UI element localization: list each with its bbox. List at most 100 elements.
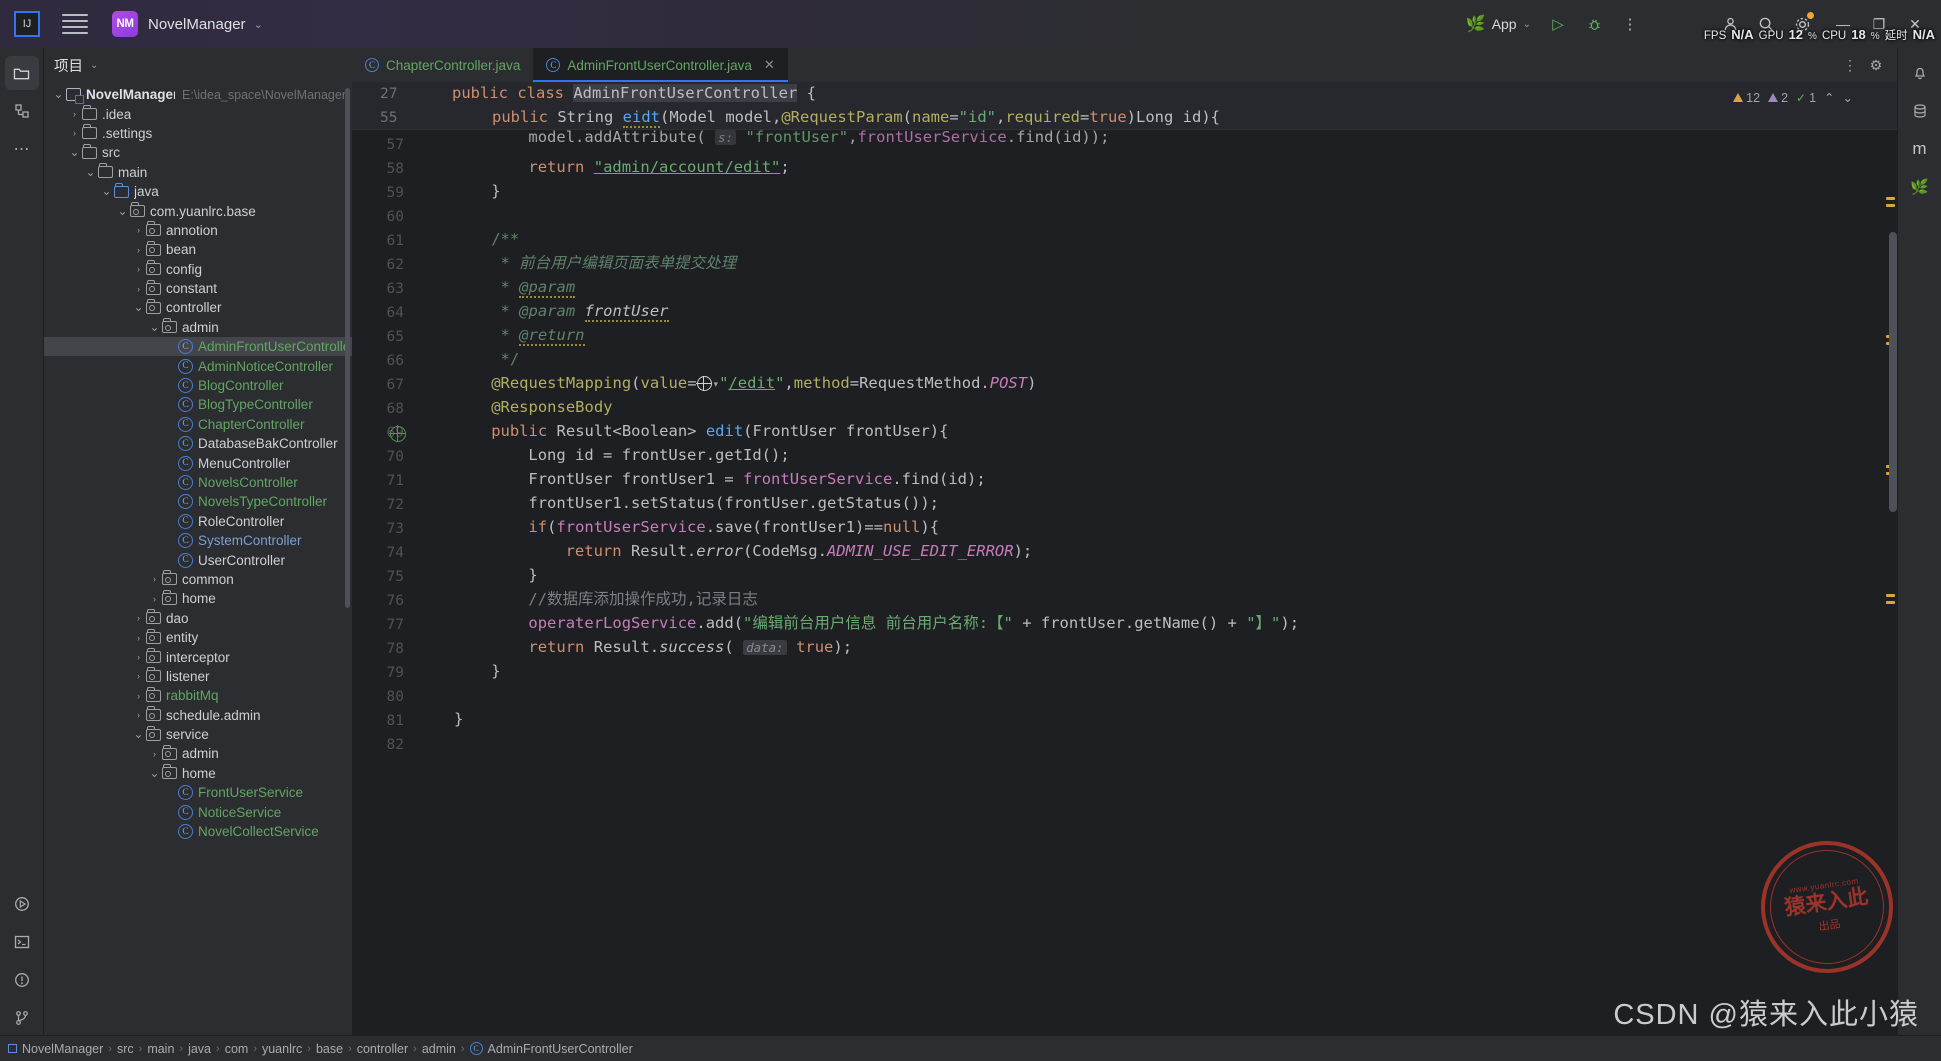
code-line[interactable]: * @param frontUser [501,299,669,323]
code-line[interactable]: @RequestMapping(value= ▾ "/edit",method=Re… [491,371,1036,396]
chevron-down-icon[interactable]: ⌄ [100,185,113,197]
breadcrumb-item[interactable]: java [188,1042,211,1056]
sidebar-item-project[interactable] [4,56,39,90]
tree-row[interactable]: ⌄ service [44,725,352,744]
tree-row[interactable]: › config [44,260,352,279]
close-button[interactable]: ✕ [1897,9,1933,39]
tree-row[interactable]: › constant [44,279,352,298]
breadcrumb-item[interactable]: yuanlrc [262,1042,302,1056]
chevron-right-icon[interactable]: › [132,264,145,274]
tree-row[interactable]: ⌄ java [44,182,352,201]
chevron-right-icon[interactable]: › [148,749,161,759]
tree-row[interactable]: ⌄ admin [44,318,352,337]
sidebar-item-more[interactable]: ⋯ [5,132,39,166]
editor-gutter[interactable]: 57 58 59 60 61 62 63 64 65 66 67 68 69 70 71 72 73 74 75 76… [352,82,414,1035]
project-chevron-down-icon[interactable]: ⌄ [254,18,263,31]
code-line[interactable]: @ResponseBody [491,395,612,419]
chevron-right-icon[interactable]: › [148,574,161,584]
tree-row[interactable]: › entity [44,628,352,647]
breadcrumb-item[interactable]: controller [357,1042,408,1056]
chevron-right-icon[interactable]: › [68,128,81,138]
code-line[interactable]: return Result.error(CodeMsg.ADMIN_USE_ED… [566,539,1033,563]
warning-count[interactable]: 12 [1733,91,1760,105]
ok-count[interactable]: ✓ 1 [1796,91,1816,105]
project-tree[interactable]: ⌄ NovelManager E:\idea_space\NovelManager ›… [44,82,352,1035]
code-line[interactable]: frontUser1.setStatus(frontUser.getStatus… [528,491,939,515]
chevron-right-icon[interactable]: › [132,633,145,643]
editor-tab[interactable]: C AdminFrontUserController.java ✕ [533,48,789,82]
tree-row[interactable]: C RoleController [44,512,352,531]
settings-button[interactable] [1785,9,1819,39]
breadcrumb-item[interactable]: src [117,1042,134,1056]
debug-button[interactable] [1577,9,1611,39]
chevron-down-icon[interactable]: ⌄ [132,728,145,740]
code-line[interactable]: } [491,179,500,203]
editor-tab[interactable]: C ChapterController.java [352,48,533,82]
tree-row[interactable]: ⌄ controller [44,298,352,317]
chevron-right-icon[interactable]: › [148,594,161,604]
tree-row[interactable]: › admin [44,744,352,763]
editor-vertical-scrollbar[interactable] [1889,232,1897,512]
code-line[interactable]: * @param [501,275,576,299]
chevron-down-icon[interactable]: ⌄ [148,321,161,333]
weak-warning-count[interactable]: 2 [1768,91,1788,105]
tree-row[interactable]: ⌄ main [44,163,352,182]
tree-row[interactable]: C UserController [44,550,352,569]
sidebar-item-run[interactable] [5,887,39,921]
tree-row[interactable]: › bean [44,240,352,259]
breadcrumb-item[interactable]: base [316,1042,343,1056]
sidebar-item-structure[interactable] [5,94,39,128]
maximize-button[interactable]: ❐ [1861,9,1897,39]
close-tab-icon[interactable]: ✕ [764,57,775,73]
tree-row[interactable]: ⌄ NovelManager E:\idea_space\NovelManager [44,85,352,105]
tree-row[interactable]: C AdminFrontUserController [44,337,352,357]
breadcrumb-item[interactable]: main [147,1042,174,1056]
chevron-right-icon[interactable]: › [132,225,145,235]
tree-row[interactable]: ⌄ home [44,764,352,783]
run-configuration-selector[interactable]: 🌿 App ⌄ [1458,10,1539,38]
tree-row[interactable]: C MenuController [44,453,352,472]
account-icon[interactable] [1713,9,1747,39]
search-everywhere-button[interactable] [1749,9,1783,39]
chevron-down-icon[interactable]: ⌄ [132,301,145,313]
tree-row[interactable]: ⌄ com.yuanlrc.base [44,201,352,220]
code-line[interactable]: Long id = frontUser.getId(); [528,443,789,467]
marker-warning[interactable] [1886,601,1895,604]
chevron-down-icon[interactable]: ⌄ [148,767,161,779]
tree-row[interactable]: C NovelsTypeController [44,492,352,511]
tree-row[interactable]: › rabbitMq [44,686,352,705]
prev-problem-icon[interactable]: ⌃ [1824,90,1834,105]
code-line[interactable]: FrontUser frontUser1 = frontUserService.… [528,467,985,491]
tree-row[interactable]: C NovelCollectService [44,822,352,841]
chevron-right-icon[interactable]: › [132,613,145,623]
tree-row[interactable]: C BlogController [44,376,352,395]
tree-row[interactable]: C AdminNoticeController [44,356,352,375]
project-panel-header[interactable]: 项目 ⌄ [44,48,352,82]
code-line[interactable]: public Result<Boolean> edit(FrontUser fr… [491,419,948,443]
editor-tabs[interactable]: C ChapterController.java C AdminFrontUserCo… [352,48,1897,82]
chevron-right-icon[interactable]: › [132,710,145,720]
sidebar-item-terminal[interactable] [5,925,39,959]
chevron-right-icon[interactable]: › [132,691,145,701]
breadcrumb-item[interactable]: AdminFrontUserController [488,1042,633,1056]
code-editor[interactable]: 12 2 ✓ 1 ⌃ ⌄ 57 58 59 60 61 62 63 64 65 66 67 68 69 7… [352,82,1897,1035]
code-line[interactable]: /** [491,227,519,251]
marker-warning[interactable] [1886,197,1895,200]
code-line[interactable]: * 前台用户编辑页面表单提交处理 [501,251,737,275]
sidebar-item-database[interactable] [1903,94,1937,128]
chevron-right-icon[interactable]: › [132,671,145,681]
sidebar-item-problems[interactable] [5,963,39,997]
chevron-right-icon[interactable]: › [68,109,81,119]
web-endpoint-icon[interactable] [389,425,406,442]
tree-row[interactable]: C ChapterController [44,415,352,434]
marker-warning[interactable] [1886,204,1895,207]
chevron-down-icon[interactable]: ⌄ [84,166,97,178]
tree-row[interactable]: › listener [44,667,352,686]
tree-row[interactable]: › interceptor [44,647,352,666]
minimize-button[interactable]: — [1825,9,1861,39]
code-content[interactable]: model.addAttribute( s: "frontUser",front… [414,82,1883,1035]
code-line[interactable]: } [528,563,537,587]
code-line[interactable]: operaterLogService.add("编辑前台用户信息 前台用户名称:… [528,611,1299,635]
sidebar-item-spring[interactable]: 🌿 [1903,170,1937,204]
project-badge[interactable]: NM [112,11,138,37]
